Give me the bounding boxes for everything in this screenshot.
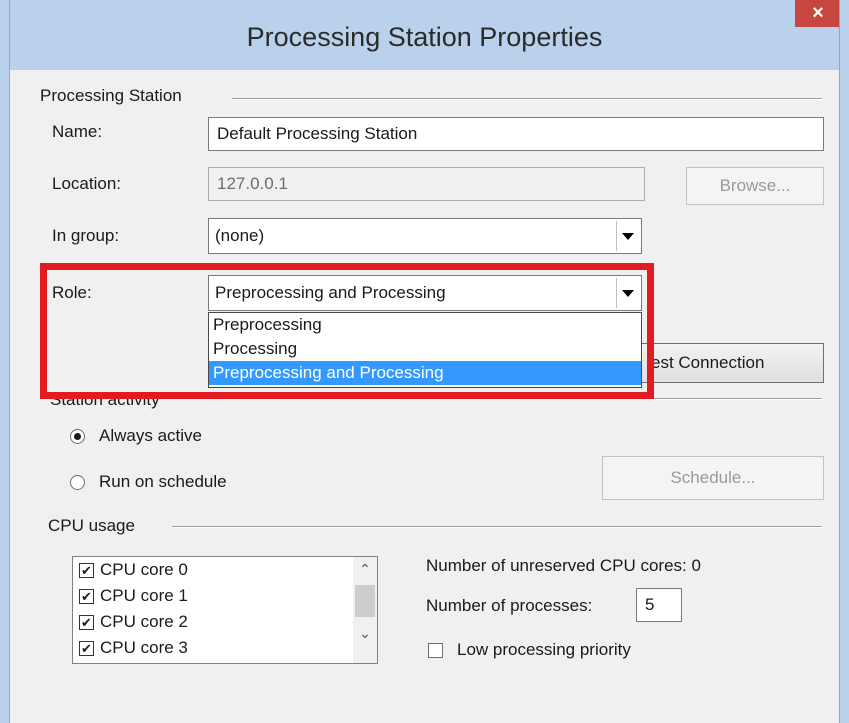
group-separator: [650, 398, 822, 400]
processes-input[interactable]: 5: [636, 588, 682, 622]
window-frame-right: [839, 0, 849, 723]
checkbox-checked-icon[interactable]: ✔: [79, 562, 94, 578]
chevron-down-icon[interactable]: [616, 221, 639, 251]
cpu-core-label: CPU core 3: [100, 638, 188, 657]
in-group-select[interactable]: (none): [208, 218, 642, 254]
in-group-label: In group:: [52, 226, 120, 245]
processes-label: Number of processes:: [426, 596, 593, 615]
location-input-value: 127.0.0.1: [217, 174, 288, 193]
run-on-schedule-radio[interactable]: Run on schedule: [70, 472, 227, 492]
list-item[interactable]: ✔ CPU core 2: [73, 609, 377, 635]
schedule-button: Schedule...: [602, 456, 824, 500]
role-highlight-box: [40, 263, 654, 399]
location-input: 127.0.0.1: [208, 167, 645, 201]
processing-station-group-label: Processing Station: [40, 86, 188, 106]
run-on-schedule-label: Run on schedule: [99, 472, 227, 491]
radio-selected-icon: [70, 428, 85, 444]
checkbox-checked-icon[interactable]: ✔: [79, 614, 94, 630]
cpu-usage-group-label: CPU usage: [48, 516, 141, 536]
always-active-radio[interactable]: Always active: [70, 426, 202, 446]
cpu-core-label: CPU core 2: [100, 612, 188, 631]
list-item[interactable]: ✔ CPU core 3: [73, 635, 377, 661]
checkbox-unchecked-icon[interactable]: [428, 642, 443, 658]
group-separator: [172, 526, 822, 528]
name-input-value: Default Processing Station: [217, 124, 418, 143]
test-connection-button[interactable]: est Connection: [636, 343, 824, 383]
radio-unselected-icon: [70, 474, 85, 490]
in-group-select-value: (none): [215, 226, 265, 245]
name-label: Name:: [52, 122, 103, 141]
always-active-label: Always active: [99, 426, 202, 445]
cpu-core-label: CPU core 1: [100, 586, 188, 605]
close-button[interactable]: ×: [795, 0, 841, 27]
location-label: Location:: [52, 174, 121, 193]
name-input[interactable]: Default Processing Station: [208, 117, 824, 151]
scrollbar-thumb[interactable]: [355, 585, 375, 617]
low-priority-checkbox[interactable]: Low processing priority: [428, 640, 631, 660]
list-item[interactable]: ✔ CPU core 1: [73, 583, 377, 609]
browse-button: Browse...: [686, 167, 824, 205]
close-icon: ×: [812, 2, 824, 24]
list-scrollbar[interactable]: ⌃ ⌄: [353, 557, 377, 663]
low-priority-label: Low processing priority: [457, 640, 631, 659]
processes-input-value: 5: [645, 595, 655, 614]
checkbox-checked-icon[interactable]: ✔: [79, 640, 94, 656]
title-bar: Processing Station Properties ×: [0, 0, 849, 70]
cpu-core-list[interactable]: ✔ CPU core 0 ✔ CPU core 1 ✔ CPU core 2 ✔…: [72, 556, 378, 664]
chevron-up-icon[interactable]: ⌃: [353, 557, 377, 581]
window-title: Processing Station Properties: [246, 21, 603, 52]
list-item[interactable]: ✔ CPU core 0: [73, 557, 377, 583]
checkbox-checked-icon[interactable]: ✔: [79, 588, 94, 604]
unreserved-cores-text: Number of unreserved CPU cores: 0: [426, 556, 701, 575]
cpu-core-label: CPU core 0: [100, 560, 188, 579]
window-frame-left: [0, 0, 10, 723]
group-separator: [232, 98, 822, 100]
chevron-down-icon[interactable]: ⌄: [353, 621, 377, 645]
dialog-body: Processing Station Name: Default Process…: [10, 70, 839, 723]
